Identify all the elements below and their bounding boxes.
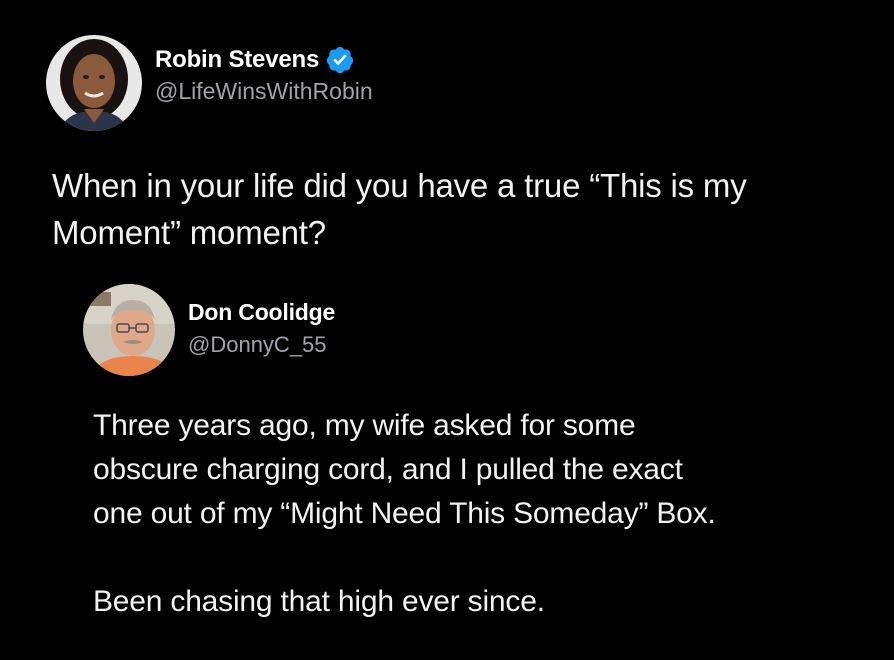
reply-text-line: Three years ago, my wife asked for some xyxy=(93,409,636,442)
author-avatar[interactable] xyxy=(46,35,142,131)
reply-author-info: Don Coolidge @DonnyC_55 xyxy=(188,296,335,358)
author-info: Robin Stevens @LifeWinsWithRobin xyxy=(155,44,373,105)
reply-text-line: one out of my “Might Need This Someday” … xyxy=(93,497,716,530)
reply-paragraph: Three years ago, my wife asked for some … xyxy=(93,404,873,536)
avatar-photo-icon xyxy=(83,284,175,376)
reply-text-line: obscure charging cord, and I pulled the … xyxy=(93,453,683,486)
verified-badge-icon xyxy=(325,45,355,75)
reply-author-handle[interactable]: @DonnyC_55 xyxy=(188,332,335,358)
avatar-photo-icon xyxy=(46,35,142,131)
reply-author-name-row: Don Coolidge xyxy=(188,296,335,328)
author-handle[interactable]: @LifeWinsWithRobin xyxy=(155,78,373,105)
reply-paragraph: Been chasing that high ever since. xyxy=(93,585,545,618)
author-name-row: Robin Stevens xyxy=(155,44,373,76)
reply-text: Three years ago, my wife asked for some … xyxy=(93,404,873,624)
author-display-name[interactable]: Robin Stevens xyxy=(155,46,319,74)
tweet-text-line: Moment” moment? xyxy=(52,214,326,251)
tweet-card: Robin Stevens @LifeWinsWithRobin When in… xyxy=(0,0,894,660)
tweet-text-line: When in your life did you have a true “T… xyxy=(52,167,747,204)
reply-author-display-name[interactable]: Don Coolidge xyxy=(188,299,335,326)
reply-author-avatar[interactable] xyxy=(83,284,175,376)
tweet-text: When in your life did you have a true “T… xyxy=(52,162,872,256)
